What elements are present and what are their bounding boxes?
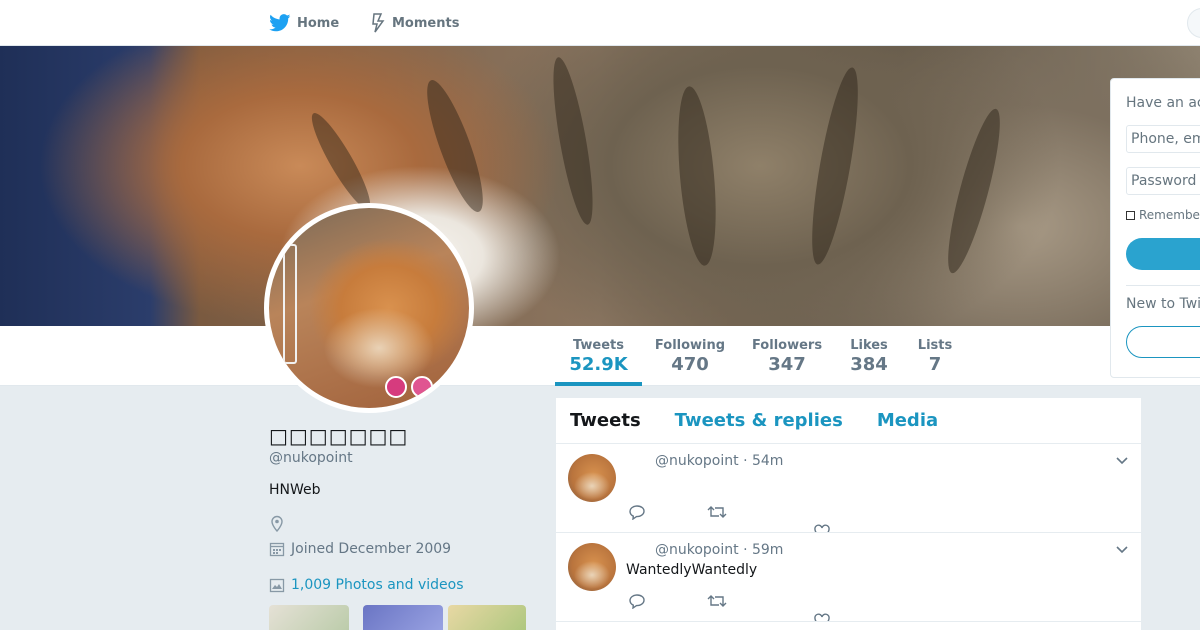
photos-and-videos-link[interactable]: 1,009 Photos and videos (269, 577, 464, 593)
lightning-icon (372, 13, 385, 33)
phone-email-field[interactable]: Phone, em (1126, 125, 1200, 153)
reply-icon[interactable] (628, 593, 646, 609)
banner-fur-stripe (545, 55, 601, 227)
timeline-tabs: Tweets Tweets & replies Media (556, 398, 1141, 444)
heart-sticker (385, 376, 407, 398)
timeline: Tweets Tweets & replies Media @nukopoint… (555, 397, 1142, 630)
remember-me[interactable]: Remember (1126, 208, 1200, 222)
login-title: Have an ac (1126, 95, 1200, 111)
stat-label: Following (654, 337, 726, 353)
top-nav-bar: Home Moments (0, 0, 1200, 46)
stat-tweets[interactable]: Tweets 52.9K (555, 326, 642, 386)
login-button[interactable] (1126, 238, 1200, 270)
tweet[interactable]: @nukopoint · 54m (556, 444, 1141, 533)
heart-icon[interactable] (813, 613, 831, 621)
stat-following[interactable]: Following 470 (654, 326, 726, 386)
profile-joined: Joined December 2009 (269, 541, 451, 557)
media-thumbnail[interactable] (363, 605, 443, 630)
stat-likes[interactable]: Likes 384 (846, 326, 892, 386)
tweet-header[interactable]: @nukopoint · 59m (655, 542, 783, 558)
image-icon (269, 578, 285, 593)
heart-sticker (411, 376, 433, 398)
stat-value: 384 (850, 353, 888, 375)
stat-value: 7 (928, 353, 942, 375)
banner-fur-stripe (802, 64, 868, 268)
checkbox-icon[interactable] (1126, 210, 1135, 220)
stat-label: Likes (850, 337, 888, 353)
profile-location (269, 515, 291, 533)
banner-fur-stripe (938, 105, 1010, 277)
twitter-bird-icon (269, 14, 291, 32)
location-pin-icon (271, 515, 283, 533)
joined-label: Joined December 2009 (291, 541, 452, 557)
profile-banner (0, 46, 1200, 326)
search-input[interactable] (1187, 8, 1200, 38)
photos-link-label: 1,009 Photos and videos (291, 577, 464, 593)
nav-home-label: Home (297, 15, 340, 31)
tab-tweets-and-replies[interactable]: Tweets & replies (675, 410, 843, 431)
fork-graphic (283, 244, 297, 364)
profile-bio: HNWeb (269, 482, 321, 498)
stat-lists[interactable]: Lists 7 (914, 326, 956, 386)
tweet-text: WantedlyWantedly (626, 562, 758, 578)
banner-fur-stripe (416, 75, 494, 217)
stat-followers[interactable]: Followers 347 (751, 326, 823, 386)
new-to-twitter-label: New to Twi (1126, 296, 1200, 312)
password-field[interactable]: Password (1126, 167, 1200, 195)
media-thumbnail[interactable] (269, 605, 349, 630)
tab-media[interactable]: Media (877, 410, 938, 431)
profile-handle[interactable]: @nukopoint (269, 450, 353, 466)
tweet-header[interactable]: @nukopoint · 54m (655, 453, 783, 469)
signup-button[interactable] (1126, 326, 1200, 358)
stat-value: 470 (671, 353, 709, 375)
media-thumbnail[interactable] (448, 605, 526, 630)
tweet-avatar[interactable] (568, 543, 616, 591)
nav-home[interactable]: Home (269, 0, 339, 46)
stat-label: Lists (917, 337, 953, 353)
stat-label: Followers (751, 337, 823, 353)
tweet-body: @nukopoint · 54m (556, 444, 1141, 532)
profile-name[interactable]: □□□□□□□ (269, 424, 408, 448)
heart-icon[interactable] (813, 524, 831, 532)
tweet-avatar[interactable] (568, 454, 616, 502)
profile-avatar[interactable] (264, 203, 474, 413)
login-panel: Have an ac Phone, em Password Remember N… (1110, 78, 1200, 378)
retweet-icon[interactable] (707, 593, 727, 609)
stat-value: 347 (768, 353, 806, 375)
reply-icon[interactable] (628, 504, 646, 520)
nav-moments-label: Moments (392, 15, 460, 31)
divider (1126, 285, 1200, 286)
chevron-down-icon[interactable] (1115, 454, 1129, 468)
stat-value: 52.9K (569, 353, 628, 375)
remember-label: Remember (1139, 208, 1200, 222)
banner-fur-stripe (303, 107, 379, 215)
nav-moments[interactable]: Moments (370, 0, 459, 46)
tweet[interactable]: @nukopoint · 59m WantedlyWantedly (556, 533, 1141, 622)
banner-fur-stripe (672, 84, 722, 268)
chevron-down-icon[interactable] (1115, 543, 1129, 557)
stat-label: Tweets (572, 337, 625, 353)
retweet-icon[interactable] (707, 504, 727, 520)
calendar-icon (269, 542, 285, 557)
tweet-body: @nukopoint · 59m WantedlyWantedly (556, 533, 1141, 621)
tab-tweets[interactable]: Tweets (570, 410, 641, 431)
